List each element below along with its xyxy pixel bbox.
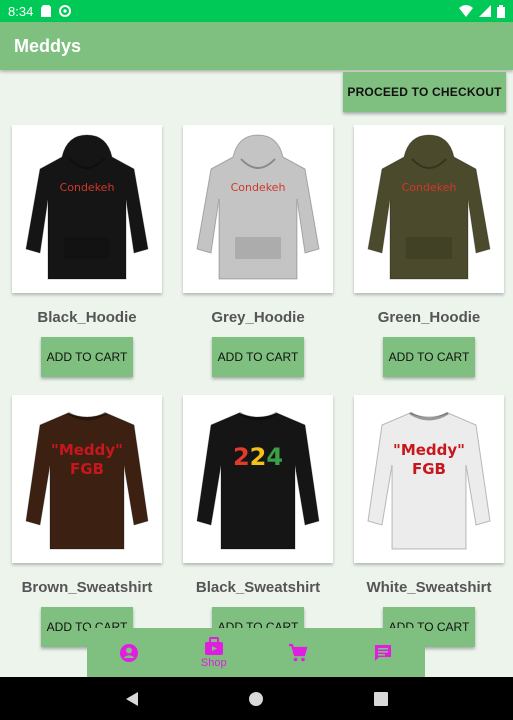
product-image[interactable]: "Meddy" FGB bbox=[12, 395, 162, 563]
front-pocket bbox=[235, 237, 281, 259]
product-image[interactable]: Condekeh bbox=[183, 125, 333, 293]
battery-icon bbox=[497, 4, 505, 18]
product-image[interactable]: "Meddy" FGB bbox=[354, 395, 504, 563]
status-time: 8:34 bbox=[8, 3, 34, 19]
nav-item-account[interactable] bbox=[99, 643, 159, 663]
print-text: FGB bbox=[412, 460, 446, 478]
print-text: Condekeh bbox=[60, 181, 115, 194]
nav-item-shop[interactable]: Shop bbox=[184, 636, 244, 669]
add-to-cart-button[interactable]: ADD TO CART bbox=[212, 337, 304, 377]
proceed-to-checkout-button[interactable]: PROCEED TO CHECKOUT bbox=[343, 72, 506, 112]
product-name: Grey_Hoodie bbox=[211, 309, 305, 326]
print-text: Condekeh bbox=[402, 181, 457, 194]
sd-card-icon bbox=[41, 5, 52, 17]
print-text: Condekeh bbox=[231, 181, 286, 194]
print-text: 224 bbox=[233, 443, 283, 471]
home-icon[interactable] bbox=[248, 691, 264, 707]
bottom-navigation: Shop bbox=[87, 628, 425, 677]
front-pocket bbox=[64, 237, 110, 259]
print-text: "Meddy" bbox=[393, 441, 465, 459]
product-image[interactable]: 224 bbox=[183, 395, 333, 563]
account-icon bbox=[120, 643, 139, 662]
nav-label-shop: Shop bbox=[200, 656, 227, 669]
front-pocket bbox=[406, 237, 452, 259]
recents-icon[interactable] bbox=[374, 691, 389, 706]
product-image[interactable]: Condekeh bbox=[12, 125, 162, 293]
app-title: Meddys bbox=[14, 35, 82, 56]
product-card: "Meddy" FGB Brown_Sweatshirt ADD TO CART bbox=[12, 395, 162, 647]
garment-body bbox=[25, 412, 149, 550]
garment-body bbox=[196, 412, 320, 550]
product-card: Condekeh Black_Hoodie ADD TO CART bbox=[12, 125, 162, 377]
product-card: Condekeh Grey_Hoodie ADD TO CART bbox=[183, 125, 333, 377]
product-name: White_Sweatshirt bbox=[366, 579, 492, 596]
message-icon bbox=[374, 644, 391, 661]
cart-icon bbox=[289, 643, 308, 661]
add-to-cart-button[interactable]: ADD TO CART bbox=[383, 337, 475, 377]
sync-icon bbox=[59, 5, 72, 17]
back-icon[interactable] bbox=[125, 691, 139, 707]
signal-icon bbox=[479, 5, 491, 17]
print-text: "Meddy" bbox=[51, 441, 123, 459]
shop-icon bbox=[204, 636, 223, 655]
product-image[interactable]: Condekeh bbox=[354, 125, 504, 293]
nav-item-messages[interactable] bbox=[353, 643, 413, 663]
product-name: Black_Sweatshirt bbox=[195, 579, 321, 596]
product-card: 224 Black_Sweatshirt ADD TO CART bbox=[183, 395, 333, 647]
nav-item-cart[interactable] bbox=[268, 643, 328, 663]
product-name: Black_Hoodie bbox=[37, 309, 137, 326]
product-name: Green_Hoodie bbox=[377, 309, 481, 326]
status-bar: 8:34 bbox=[0, 0, 513, 22]
add-to-cart-button[interactable]: ADD TO CART bbox=[41, 337, 133, 377]
wifi-icon bbox=[459, 5, 473, 17]
app-bar: Meddys bbox=[0, 22, 513, 70]
product-name: Brown_Sweatshirt bbox=[21, 579, 153, 596]
print-text: FGB bbox=[70, 460, 104, 478]
product-card: Condekeh Green_Hoodie ADD TO CART bbox=[354, 125, 504, 377]
garment-body bbox=[367, 412, 491, 550]
product-card: "Meddy" FGB White_Sweatshirt ADD TO CART bbox=[354, 395, 504, 647]
system-navigation-bar bbox=[0, 677, 513, 720]
